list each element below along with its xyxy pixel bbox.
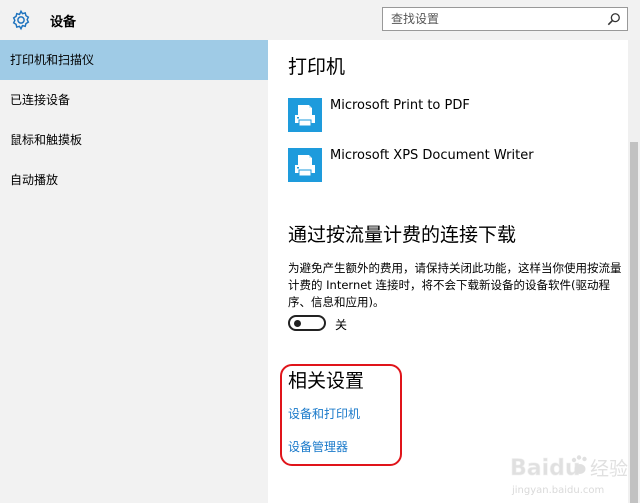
sidebar-item-autoplay[interactable]: 自动播放 — [0, 160, 268, 200]
printer-name: Microsoft Print to PDF — [330, 98, 470, 113]
search-input[interactable] — [383, 8, 601, 30]
sidebar-nav: 打印机和扫描仪 已连接设备 鼠标和触摸板 自动播放 — [0, 40, 268, 503]
gear-icon[interactable] — [10, 9, 32, 31]
scrollbar[interactable] — [628, 40, 640, 503]
toggle-state-label: 关 — [335, 318, 348, 332]
page-title: 设备 — [50, 15, 77, 30]
watermark-url: jingyan.baidu.com — [511, 485, 604, 496]
search-icon[interactable] — [607, 12, 621, 26]
baidu-watermark: Baidu 经验 jingyan.baidu.com — [510, 455, 628, 496]
printer-icon — [288, 98, 322, 132]
printer-name: Microsoft XPS Document Writer — [330, 148, 534, 163]
main-content: 打印机 Microsoft Print to PDF Microsoft XPS… — [268, 40, 628, 503]
toggle-knob — [294, 320, 301, 327]
printers-section-title: 打印机 — [288, 56, 346, 78]
printer-item-pdf[interactable]: Microsoft Print to PDF — [288, 98, 608, 134]
watermark-product: 经验 — [590, 458, 628, 480]
sidebar-item-label: 打印机和扫描仪 — [10, 53, 95, 67]
metered-download-toggle[interactable] — [288, 315, 326, 331]
sidebar-item-mouse-touchpad[interactable]: 鼠标和触摸板 — [0, 120, 268, 160]
sidebar-item-label: 自动播放 — [10, 173, 59, 187]
sidebar-item-connected-devices[interactable]: 已连接设备 — [0, 80, 268, 120]
metered-description: 为避免产生额外的费用，请保持关闭此功能，这样当你使用按流量计费的 Interne… — [288, 261, 622, 309]
search-box[interactable] — [382, 7, 628, 31]
devices-printers-link[interactable]: 设备和打印机 — [288, 405, 360, 422]
sidebar-item-label: 已连接设备 — [10, 93, 71, 107]
sidebar-item-label: 鼠标和触摸板 — [10, 133, 83, 147]
printer-icon — [288, 148, 322, 182]
watermark-brand: Baidu — [510, 456, 581, 481]
related-settings-title: 相关设置 — [288, 370, 365, 392]
settings-window: 设备 打印机和扫描仪 已连接设备 鼠标和触摸板 自动播放 打印机 — [0, 0, 640, 503]
printer-item-xps[interactable]: Microsoft XPS Document Writer — [288, 148, 608, 184]
device-manager-link[interactable]: 设备管理器 — [288, 438, 348, 455]
header-bar: 设备 — [0, 0, 640, 40]
sidebar-item-printers-scanners[interactable]: 打印机和扫描仪 — [0, 40, 268, 80]
metered-section-title: 通过按流量计费的连接下载 — [288, 224, 517, 246]
